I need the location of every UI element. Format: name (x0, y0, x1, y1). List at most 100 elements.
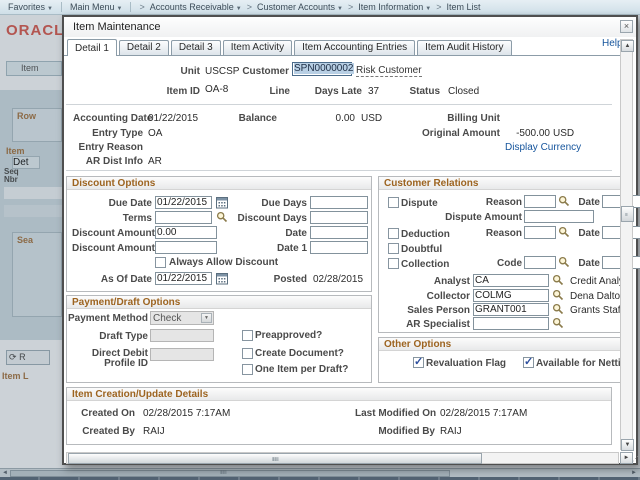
doubtful-checkbox[interactable] (388, 243, 399, 254)
lookup-icon[interactable] (552, 303, 565, 316)
available-for-netting-checkbox[interactable] (523, 355, 534, 368)
modified-by-value: RAIJ (440, 426, 462, 437)
ar-specialist-input[interactable] (473, 317, 549, 330)
lookup-icon[interactable] (552, 317, 565, 330)
collection-date-label: Date (578, 258, 600, 269)
item-id-value: OA-8 (205, 84, 229, 95)
created-on-label: Created On (81, 408, 135, 419)
chevron-down-icon: ▼ (235, 6, 242, 12)
deduction-reason-label: Reason (485, 228, 522, 239)
date-input[interactable] (310, 226, 368, 239)
dispute-reason-label: Reason (485, 197, 522, 208)
accounting-date-label: Accounting Date (73, 113, 153, 124)
breadcrumb-accounts-receivable[interactable]: Accounts Receivable ▼ (150, 2, 242, 12)
as-of-date-input[interactable] (155, 272, 212, 285)
one-item-per-draft-checkbox[interactable] (242, 364, 253, 375)
scroll-up-icon[interactable]: ▲ (621, 40, 634, 52)
customer-label: Customer (242, 66, 289, 77)
doubtful-label: Doubtful (401, 244, 443, 255)
discount-options-title: Discount Options (67, 177, 371, 190)
discount-days-label: Discount Days (237, 213, 307, 224)
sales-person-input[interactable] (473, 303, 549, 316)
breadcrumb-main-menu[interactable]: Main Menu ▼ (70, 2, 122, 12)
tab-item-audit-history[interactable]: Item Audit History (417, 40, 512, 55)
available-for-netting-label: Available for Netting (536, 358, 633, 369)
discount-amount-input[interactable] (155, 226, 217, 239)
one-item-per-draft-label: One Item per Draft? (255, 364, 349, 375)
deduction-checkbox[interactable] (388, 228, 399, 239)
tab-item-accounting-entries[interactable]: Item Accounting Entries (294, 40, 416, 55)
status-label: Status (409, 86, 440, 97)
customer-input[interactable]: SPN0000002 (292, 62, 354, 76)
line-label: Line (269, 86, 290, 97)
ar-dist-info-value: AR (148, 156, 162, 167)
payment-method-select[interactable]: Check ▼ (150, 311, 214, 325)
payment-method-label: Payment Method (68, 313, 149, 324)
breadcrumb-favorites[interactable]: Favorites ▼ (8, 2, 53, 12)
discount-amount-1-input[interactable] (155, 241, 217, 254)
collector-input[interactable] (473, 289, 549, 302)
created-by-label: Created By (82, 426, 135, 437)
lookup-icon[interactable] (552, 289, 565, 302)
dialog-hscrollbar[interactable]: ⦀⦀⦀ (66, 452, 619, 464)
terms-input[interactable] (155, 211, 212, 224)
display-currency-link[interactable]: Display Currency (505, 142, 581, 153)
preapproved-label: Preapproved? (255, 330, 323, 341)
chevron-down-icon: ▼ (201, 313, 212, 323)
scroll-down-icon[interactable]: ▼ (621, 439, 634, 451)
terms-label: Terms (122, 213, 152, 224)
dispute-checkbox[interactable] (388, 197, 399, 208)
scroll-right-icon[interactable]: ► (620, 452, 633, 464)
risk-customer-link[interactable]: Risk Customer (356, 65, 422, 77)
due-date-label: Due Date (108, 198, 152, 209)
discount-days-input[interactable] (310, 211, 368, 224)
tab-item-activity[interactable]: Item Activity (222, 40, 293, 55)
sales-person-label: Sales Person (407, 305, 470, 316)
collector-label: Collector (426, 291, 470, 302)
item-creation-details-title: Item Creation/Update Details (67, 388, 611, 401)
last-modified-on-value: 02/28/2015 7:17AM (440, 408, 528, 419)
always-allow-discount-label: Always Allow Discount (169, 257, 279, 268)
collection-code-label: Code (497, 258, 522, 269)
dispute-date-label: Date (578, 197, 600, 208)
date-1-input[interactable] (310, 241, 368, 254)
payment-draft-options-title: Payment/Draft Options (67, 296, 371, 309)
due-date-input[interactable] (155, 196, 212, 209)
tab-detail-1[interactable]: Detail 1 (67, 39, 117, 56)
collection-label: Collection (401, 259, 450, 270)
revaluation-flag-checkbox[interactable] (413, 355, 424, 368)
posted-label: Posted (273, 274, 307, 285)
breadcrumb: Favorites ▼ Main Menu ▼ > Accounts Receiva… (0, 0, 640, 15)
dialog-vscrollbar[interactable]: ▲ ≡ ▼ (620, 39, 634, 451)
analyst-input[interactable] (473, 274, 549, 287)
collection-checkbox[interactable] (388, 258, 399, 269)
revaluation-flag-label: Revaluation Flag (426, 358, 507, 369)
preapproved-checkbox[interactable] (242, 330, 253, 341)
due-days-input[interactable] (310, 196, 368, 209)
always-allow-discount-checkbox[interactable] (155, 257, 166, 268)
discount-amount-1-label: Discount Amount 1 (72, 243, 164, 254)
collector-desc: Dena Dalton (570, 291, 626, 302)
breadcrumb-customer-accounts[interactable]: Customer Accounts ▼ (257, 2, 343, 12)
tab-detail-2[interactable]: Detail 2 (118, 40, 169, 55)
breadcrumb-item-list[interactable]: Item List (447, 2, 481, 12)
discount-amount-label: Discount Amount (72, 228, 155, 239)
tab-detail-3[interactable]: Detail 3 (170, 40, 221, 55)
entry-type-label: Entry Type (92, 128, 143, 139)
entry-reason-label: Entry Reason (78, 142, 143, 153)
dispute-amount-input[interactable] (524, 210, 594, 223)
hscroll-thumb[interactable]: ⦀⦀⦀ (68, 453, 482, 464)
divider (66, 104, 612, 105)
chevron-down-icon: ▼ (337, 6, 343, 12)
original-amount-currency: USD (553, 128, 575, 139)
balance-currency: USD (361, 113, 383, 124)
unit-label: Unit (180, 66, 200, 77)
vscroll-thumb[interactable]: ≡ (621, 206, 634, 222)
lookup-icon[interactable] (552, 274, 565, 287)
chevron-down-icon: ▼ (47, 6, 53, 12)
accounting-date-value: 01/22/2015 (148, 113, 199, 124)
chevron-down-icon: ▼ (425, 6, 432, 12)
close-icon[interactable]: × (620, 20, 633, 33)
create-document-checkbox[interactable] (242, 348, 253, 359)
breadcrumb-item-information[interactable]: Item Information ▼ (358, 2, 431, 12)
